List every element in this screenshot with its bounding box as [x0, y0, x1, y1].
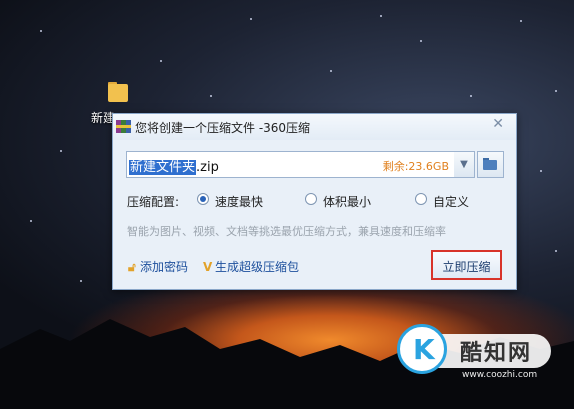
v-badge-icon: V [203, 260, 213, 274]
radio-smallest-label: 体积最小 [323, 195, 372, 209]
compress-dialog: 您将创建一个压缩文件 -360压缩 ✕ 新建文件夹.zip 剩余:23.6GB … [112, 113, 517, 290]
dialog-title: 您将创建一个压缩文件 -360压缩 [135, 121, 311, 135]
compress-now-label: 立即压缩 [442, 260, 491, 274]
lock-icon: 🔓︎ [128, 260, 136, 274]
watermark-url: www.coozhi.com [462, 370, 538, 380]
archive-name-selected: 新建文件夹 [129, 160, 197, 175]
add-password-label: 添加密码 [140, 260, 189, 274]
compress-config-row: 压缩配置: 速度最快 体积最小 自定义 [127, 192, 507, 210]
folder-icon-body [483, 160, 497, 170]
archive-name-text: 新建文件夹.zip [129, 156, 219, 175]
site-watermark: 酷知网 www.coozhi.com [392, 318, 554, 384]
radio-custom-label: 自定义 [433, 195, 470, 209]
archive-app-icon [116, 120, 131, 133]
format-dropdown-button[interactable]: ▼ [454, 151, 475, 178]
dialog-titlebar[interactable]: 您将创建一个压缩文件 -360压缩 ✕ [113, 114, 516, 140]
close-icon[interactable]: ✕ [492, 116, 504, 132]
add-password-link[interactable]: 🔓︎ 添加密码 [128, 258, 188, 275]
space-remaining: 剩余:23.6GB [382, 160, 449, 173]
compress-now-button[interactable]: 立即压缩 [431, 250, 502, 280]
archive-extension: .zip [196, 160, 219, 175]
file-name-row: 新建文件夹.zip 剩余:23.6GB ▼ [126, 151, 504, 178]
desktop-folder-icon[interactable] [106, 82, 130, 104]
compress-config-label: 压缩配置: [127, 195, 180, 209]
radio-fastest-label: 速度最快 [215, 195, 264, 209]
watermark-logo-icon [397, 324, 447, 374]
archive-name-input[interactable]: 新建文件夹.zip 剩余:23.6GB [126, 151, 455, 178]
super-pack-label: 生成超级压缩包 [215, 260, 300, 274]
browse-folder-button[interactable] [477, 151, 504, 178]
radio-dot [415, 193, 427, 205]
watermark-name: 酷知网 [460, 341, 533, 366]
radio-dot-selected [197, 193, 209, 205]
super-pack-link[interactable]: V 生成超级压缩包 [203, 258, 299, 275]
radio-dot [305, 193, 317, 205]
compress-hint: 智能为图片、视频、文档等挑选最优压缩方式，兼具速度和压缩率 [127, 225, 446, 238]
